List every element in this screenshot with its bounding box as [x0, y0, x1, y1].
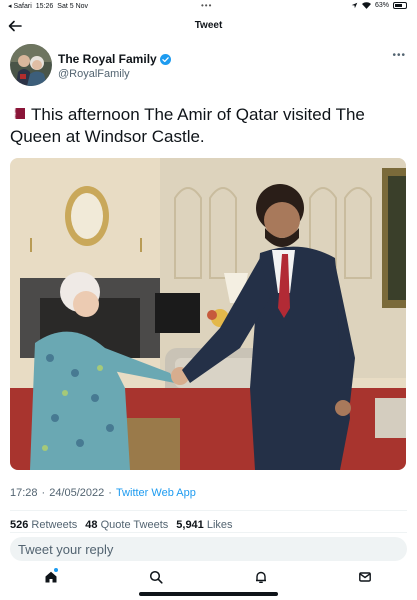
page-title: Tweet — [194, 20, 223, 31]
multitask-dots-icon[interactable]: ••• — [201, 1, 212, 10]
tweet-stats: 526 Retweets 48 Quote Tweets 5,941 Likes — [10, 519, 233, 531]
navigation-bar: Tweet — [0, 14, 417, 38]
tweet-body-text: This afternoon The Amir of Qatar visited… — [10, 105, 365, 146]
more-dots-icon[interactable]: ••• — [392, 50, 406, 61]
back-to-app-label[interactable]: ◂ Safari — [8, 2, 32, 10]
home-indicator[interactable] — [139, 592, 278, 596]
divider — [10, 532, 407, 533]
messages-icon[interactable] — [358, 570, 372, 584]
avatar[interactable] — [10, 44, 52, 86]
retweets-count: 526 — [10, 519, 29, 531]
qatar-flag-icon — [10, 108, 25, 119]
quote-tweets-stat[interactable]: 48 Quote Tweets — [85, 519, 168, 531]
notifications-icon[interactable] — [254, 570, 268, 584]
location-icon — [351, 2, 358, 9]
timestamp-separator: · — [41, 487, 46, 499]
likes-label: Likes — [206, 519, 233, 531]
battery-percent: 63% — [374, 2, 389, 9]
wifi-icon — [361, 2, 371, 9]
tweet-author: The Royal Family @RoyalFamily ••• — [10, 44, 410, 88]
search-icon[interactable] — [149, 570, 163, 584]
home-icon[interactable] — [44, 570, 58, 584]
home-badge-dot — [54, 568, 58, 572]
reply-input[interactable]: Tweet your reply — [10, 537, 407, 561]
quotes-count: 48 — [85, 519, 98, 531]
status-time: 15:26 — [35, 2, 54, 10]
client-link[interactable]: Twitter Web App — [116, 487, 196, 499]
author-name-text: The Royal Family — [58, 52, 157, 66]
tweet-photo[interactable] — [10, 158, 406, 470]
bottom-tab-bar — [0, 566, 417, 590]
timestamp-separator: · — [108, 487, 112, 499]
tweet-timestamp: 17:28 · 24/05/2022 · Twitter Web App — [10, 487, 196, 499]
retweets-stat[interactable]: 526 Retweets — [10, 519, 77, 531]
status-bar: ◂ Safari 15:26 Sat 5 Nov ••• 63% — [0, 0, 417, 12]
battery-icon — [393, 2, 407, 9]
likes-count: 5,941 — [176, 519, 204, 531]
likes-stat[interactable]: 5,941 Likes — [176, 519, 232, 531]
divider — [10, 510, 407, 511]
author-name[interactable]: The Royal Family — [58, 52, 171, 66]
status-date: Sat 5 Nov — [57, 2, 89, 10]
tweet-text: This afternoon The Amir of Qatar visited… — [10, 104, 405, 148]
quotes-label: Quote Tweets — [100, 519, 169, 531]
retweets-label: Retweets — [31, 519, 78, 531]
verified-badge-icon — [159, 53, 171, 65]
tweet-time[interactable]: 17:28 — [10, 487, 38, 499]
author-handle[interactable]: @RoyalFamily — [58, 68, 130, 80]
tweet-date[interactable]: 24/05/2022 — [49, 487, 104, 499]
